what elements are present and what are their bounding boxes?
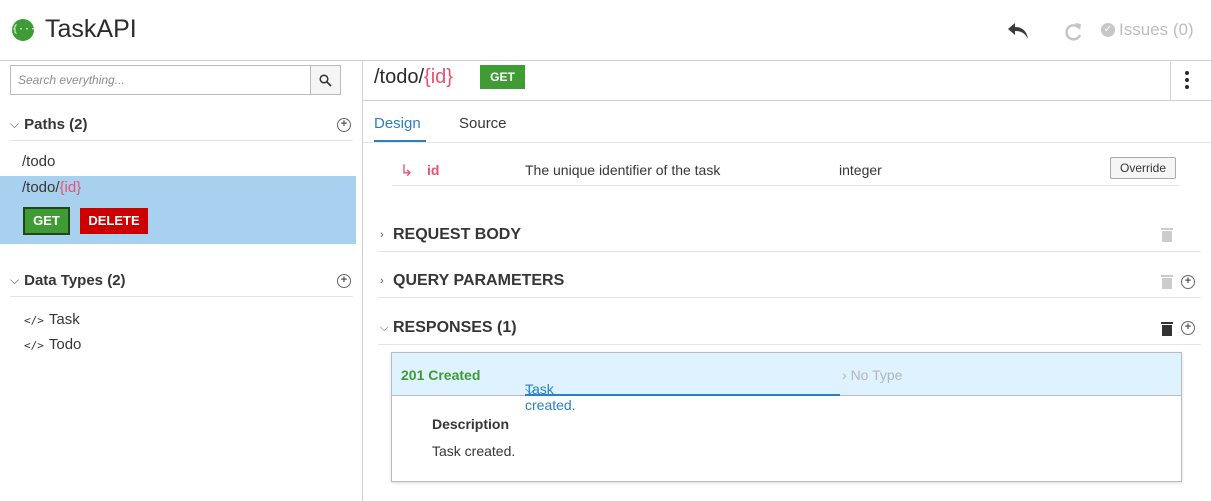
issues-indicator[interactable]: ✓ Issues (0) [1101,20,1194,40]
path-title: /todo/{id} [374,66,453,89]
parameter-arrow-icon: ↳ [400,163,414,180]
data-type-label: Task [48,311,80,328]
add-path-icon[interactable]: + [337,117,351,132]
data-types-section-title: Data Types (2) [24,272,126,289]
chevron-right-icon: › [380,229,384,241]
response-header[interactable]: 201 Created ⌵ Task created. › No Type [392,353,1181,413]
path-param: {id} [424,66,453,88]
parameter-type[interactable]: integer [839,162,882,178]
add-query-parameter-icon[interactable]: + [1181,275,1195,289]
search-input[interactable] [11,66,310,94]
top-bar: {···} TaskAPI ✓ Issues (0) [0,0,1211,60]
code-icon: </> [24,314,44,327]
chevron-right-icon: › [380,275,384,287]
parameter-name: id [427,162,440,178]
search-button[interactable] [310,66,340,94]
responses-section[interactable]: ⌵ RESPONSES (1) [378,311,1201,345]
section-title: REQUEST BODY [393,226,522,243]
paths-section-header[interactable]: ⌵ Paths (2) + [10,109,353,141]
response-description-summary: Task created. [525,381,576,413]
issues-label: Issues (0) [1119,20,1194,39]
code-icon: </> [24,339,44,352]
override-button[interactable]: Override [1110,157,1176,179]
sidebar-item-path-todo-id[interactable]: /todo/{id} GET DELETE [0,176,356,244]
response-code: 201 Created [401,367,481,383]
app-logo-icon: {···} [12,19,42,41]
response-type-summary: No Type [850,367,903,383]
section-title: RESPONSES (1) [393,319,517,336]
more-options-menu[interactable] [1170,62,1211,100]
path-label: /todo/{id} [22,179,81,196]
request-body-section[interactable]: › REQUEST BODY [378,218,1201,252]
sidebar-item-type-todo[interactable]: </> Todo [24,336,81,353]
redo-icon[interactable] [1060,19,1086,45]
chevron-down-icon: ⌵ [10,117,20,131]
trash-icon [1161,275,1173,289]
response-card: 201 Created ⌵ Task created. › No Type De… [391,352,1182,482]
path-prefix: /todo/ [374,66,425,88]
chevron-down-icon: ⌵ [380,322,389,334]
section-title: QUERY PARAMETERS [393,272,565,289]
get-operation-button[interactable]: GET [23,207,70,235]
undo-icon[interactable] [1005,18,1031,44]
method-badge: GET [480,65,525,89]
tabs-divider [363,142,1211,143]
check-circle-icon: ✓ [1101,23,1115,37]
sidebar-item-path-todo[interactable]: /todo [22,153,55,170]
search-icon [319,73,332,87]
data-type-label: Todo [48,336,82,353]
kebab-dot-icon [1185,71,1189,75]
data-types-section-header[interactable]: ⌵ Data Types (2) + [10,265,353,297]
kebab-dot-icon [1185,85,1189,89]
query-parameters-section[interactable]: › QUERY PARAMETERS [378,264,1201,298]
tab-source[interactable]: Source [459,115,507,132]
trash-icon [1161,228,1173,242]
path-label: /todo [22,153,56,170]
sidebar: ⌵ Paths (2) + /todo /todo/{id} GET DELET… [0,60,363,501]
kebab-dot-icon [1185,78,1189,82]
add-response-icon[interactable]: + [1181,321,1195,335]
response-description-toggle[interactable]: ⌵ Task created. [525,353,840,413]
sidebar-item-type-task[interactable]: </> Task [24,311,80,328]
path-prefix: /todo/ [22,179,60,196]
parameter-description[interactable]: The unique identifier of the task [525,162,720,178]
main-header-divider [363,100,1211,101]
paths-section-title: Paths (2) [24,116,88,133]
response-description-text[interactable]: Task created. [432,443,515,459]
path-parameter-row: ↳ id The unique identifier of the task i… [392,153,1180,186]
chevron-right-icon: › [842,367,851,383]
search-box [10,65,341,95]
chevron-down-icon: ⌵ [10,273,20,287]
app-title: TaskAPI [45,15,137,43]
add-data-type-icon[interactable]: + [337,273,351,288]
trash-icon[interactable] [1161,322,1173,336]
response-description-label: Description [432,416,510,432]
tab-design[interactable]: Design [374,115,421,132]
delete-operation-button[interactable]: DELETE [80,208,148,234]
path-param: {id} [59,179,82,196]
response-type-toggle[interactable]: › No Type [842,367,902,383]
